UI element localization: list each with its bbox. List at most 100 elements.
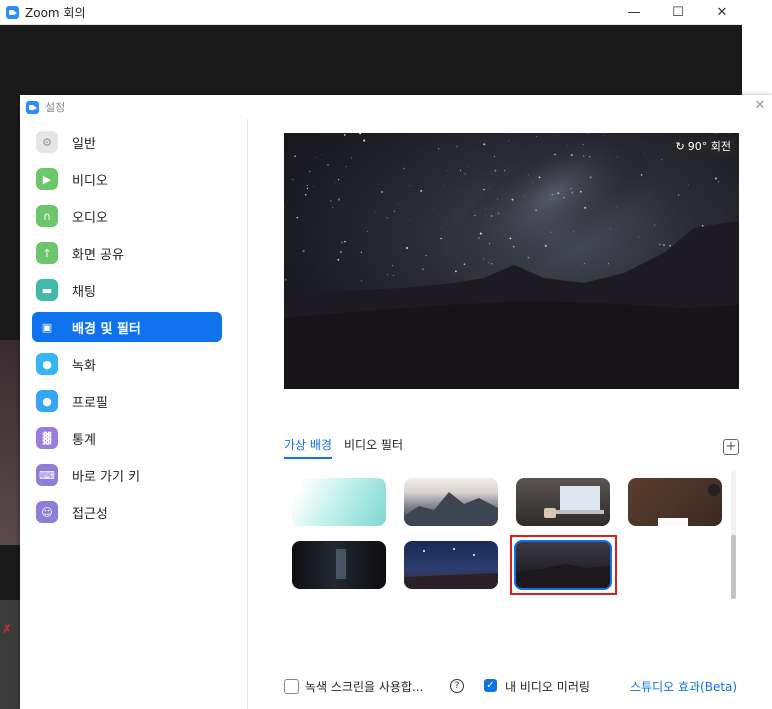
background-thumb-milky-way[interactable] — [514, 540, 612, 590]
star — [544, 244, 547, 247]
star — [330, 200, 332, 202]
star — [422, 268, 424, 270]
star — [337, 198, 340, 201]
star — [345, 165, 347, 168]
close-icon[interactable]: ✕ — [752, 98, 768, 114]
star — [616, 206, 618, 208]
plus-icon[interactable]: + — [723, 439, 739, 455]
star — [648, 194, 650, 196]
rotate-label: 90° 회전 — [687, 140, 731, 153]
star — [485, 208, 486, 210]
meeting-toolbar-area — [0, 600, 20, 709]
sidebar-item-record[interactable]: ● 녹화 — [32, 349, 222, 379]
room-illustration — [336, 549, 346, 579]
star — [583, 262, 585, 264]
tab-virtual-background[interactable]: 가상 배경 — [284, 433, 332, 459]
star — [663, 244, 665, 246]
gear-icon: ⚙ — [36, 131, 58, 153]
green-screen-label: 녹색 스크린을 사용합... — [305, 680, 424, 694]
star — [496, 198, 499, 200]
sidebar-item-background[interactable]: ▣ 배경 및 필터 — [32, 312, 222, 342]
star — [571, 191, 574, 194]
star — [432, 209, 434, 210]
star — [302, 250, 305, 253]
star — [409, 185, 411, 187]
star — [343, 134, 346, 136]
background-thumb-wooden-desk[interactable] — [628, 478, 722, 526]
background-thumb-night-sky-city[interactable] — [404, 541, 498, 589]
star — [669, 244, 671, 247]
star — [284, 279, 287, 281]
star — [474, 214, 476, 217]
star — [661, 159, 663, 161]
star — [513, 246, 515, 248]
background-icon: ▣ — [41, 320, 53, 334]
background-thumb-mountains[interactable] — [404, 478, 498, 526]
laptop-illustration — [544, 486, 604, 518]
star — [536, 217, 538, 219]
maximize-icon[interactable]: ☐ — [656, 0, 700, 24]
star — [416, 151, 418, 152]
star — [399, 203, 400, 205]
close-icon[interactable]: ✕ — [700, 0, 744, 24]
star — [360, 138, 361, 139]
star — [617, 156, 618, 158]
background-thumb-aqua-gradient[interactable] — [292, 478, 386, 526]
city-night-illustration — [404, 548, 498, 589]
mirror-video-checkbox[interactable]: ✓ — [484, 679, 497, 692]
star — [554, 153, 556, 156]
studio-effects-link[interactable]: 스튜디오 효과(Beta) — [630, 678, 737, 695]
sidebar-item-share-screen[interactable]: ↑ 화면 공유 — [32, 238, 222, 268]
star — [434, 136, 435, 138]
record-icon: ● — [36, 353, 58, 375]
sidebar-item-profile[interactable]: ● 프로필 — [32, 386, 222, 416]
sidebar-item-gear[interactable]: ⚙ 일반 — [32, 127, 222, 157]
sidebar-item-keyboard[interactable]: ⌨ 바로 가기 키 — [32, 460, 222, 490]
star — [718, 181, 720, 183]
rotate-button[interactable]: ↻ 90° 회전 — [671, 137, 735, 155]
star — [550, 198, 551, 200]
sidebar-item-statistics[interactable]: ▓ 통계 — [32, 423, 222, 453]
sidebar-item-chat[interactable]: ▬ 채팅 — [32, 275, 222, 305]
sidebar-item-label: 배경 및 필터 — [72, 321, 141, 337]
star — [464, 172, 466, 175]
star — [584, 206, 587, 209]
sidebar-item-label: 비디오 — [72, 173, 108, 189]
rotate-icon: ↻ — [675, 139, 685, 153]
star — [320, 154, 322, 155]
star — [467, 165, 469, 168]
star — [478, 237, 480, 239]
statistics-icon: ▓ — [36, 427, 58, 449]
thumbnail-scrollbar[interactable] — [731, 471, 736, 599]
background-thumb-dark-room[interactable] — [292, 541, 386, 589]
sidebar-item-video-camera[interactable]: ▶ 비디오 — [32, 164, 222, 194]
star — [386, 217, 388, 219]
star — [337, 258, 340, 261]
scroll-thumb[interactable] — [731, 535, 736, 599]
minimize-icon[interactable]: — — [612, 0, 656, 24]
help-icon[interactable]: ? — [450, 679, 464, 693]
star — [327, 163, 329, 166]
star — [535, 136, 537, 138]
star — [363, 139, 366, 142]
tab-video-filter[interactable]: 비디오 필터 — [344, 433, 403, 457]
star — [284, 205, 285, 207]
sidebar-item-label: 오디오 — [72, 210, 108, 226]
star — [551, 194, 553, 196]
background-thumb-desk-laptop[interactable] — [516, 478, 610, 526]
sidebar-item-label: 녹화 — [72, 358, 96, 374]
star — [294, 155, 296, 158]
sidebar-item-accessibility[interactable]: ☺ 접근성 — [32, 497, 222, 527]
green-screen-checkbox[interactable] — [284, 679, 299, 694]
sidebar-item-headphones[interactable]: ∩ 오디오 — [32, 201, 222, 231]
sidebar-item-label: 접근성 — [72, 506, 108, 522]
star — [557, 192, 560, 195]
star — [406, 247, 408, 249]
sidebar-item-label: 통계 — [72, 432, 96, 448]
star — [490, 214, 493, 218]
star — [609, 228, 611, 230]
star — [318, 264, 320, 266]
muted-mic-icon[interactable]: ✗ — [2, 622, 12, 636]
star — [535, 209, 537, 212]
accessibility-icon: ☺ — [36, 501, 58, 523]
